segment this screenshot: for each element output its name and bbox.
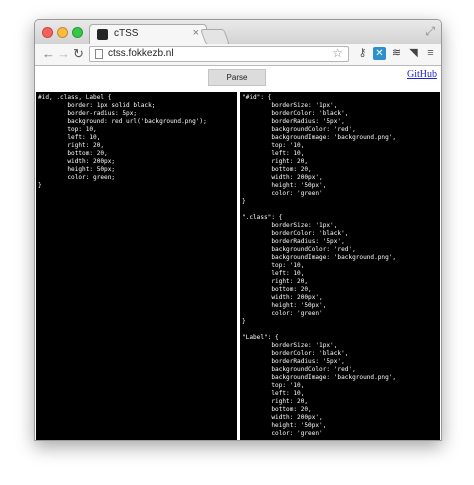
- address-bar[interactable]: ctss.fokkezb.nl ☆: [89, 46, 349, 62]
- close-window-button[interactable]: [42, 27, 53, 38]
- reload-button[interactable]: ↻: [73, 46, 84, 62]
- github-link[interactable]: GitHub: [407, 69, 437, 80]
- bookmark-star-icon[interactable]: ☆: [332, 46, 343, 60]
- minimize-window-button[interactable]: [57, 27, 68, 38]
- maximize-window-button[interactable]: [72, 27, 83, 38]
- favicon-icon: [97, 29, 108, 40]
- browser-tab[interactable]: cTSS ×: [89, 24, 207, 44]
- output-code[interactable]: "#id": { borderSize: '1px', borderColor:…: [240, 92, 440, 440]
- menu-icon[interactable]: ≡: [424, 47, 437, 60]
- stack-extension-icon[interactable]: ≋: [390, 47, 403, 60]
- forward-button[interactable]: →: [57, 46, 70, 62]
- url-text[interactable]: ctss.fokkezb.nl: [108, 48, 174, 59]
- browser-toolbar: ← → ↻ ctss.fokkezb.nl ☆ ⚷ ✕ ≋ ◥ ≡: [35, 44, 441, 66]
- input-editor[interactable]: #id, .class, Label { border: 1px solid b…: [36, 92, 237, 440]
- browser-window: cTSS × ⤢ ← → ↻ ctss.fokkezb.nl ☆ ⚷ ✕ ≋ ◥…: [34, 19, 442, 441]
- input-code[interactable]: #id, .class, Label { border: 1px solid b…: [36, 92, 237, 192]
- parse-button[interactable]: Parse: [208, 69, 266, 86]
- key-extension-icon[interactable]: ⚷: [356, 47, 369, 60]
- pocket-extension-icon[interactable]: ◥: [407, 47, 420, 60]
- output-editor[interactable]: "#id": { borderSize: '1px', borderColor:…: [240, 92, 440, 440]
- back-button[interactable]: ←: [42, 46, 55, 62]
- tab-title: cTSS: [114, 28, 139, 39]
- new-tab-button[interactable]: [200, 29, 230, 45]
- page-icon: [95, 49, 103, 59]
- title-bar: cTSS × ⤢: [35, 20, 441, 45]
- page-content: Parse GitHub #id, .class, Label { border…: [35, 66, 441, 440]
- tab-close-icon[interactable]: ×: [193, 27, 199, 39]
- blue-extension-icon[interactable]: ✕: [373, 47, 386, 60]
- fullscreen-icon[interactable]: ⤢: [425, 24, 435, 39]
